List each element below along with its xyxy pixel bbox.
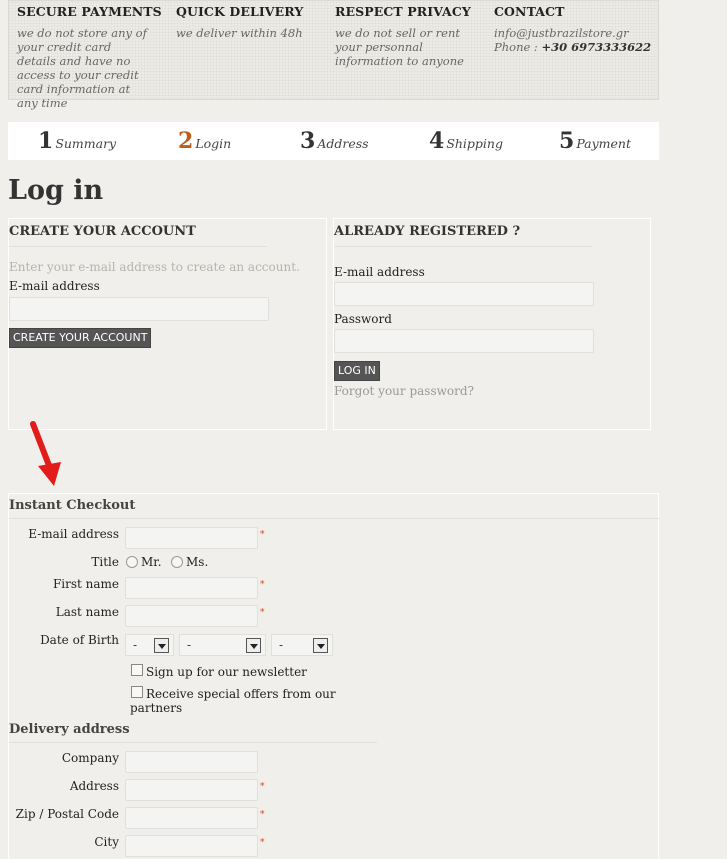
required-marker: * [260, 838, 265, 848]
password-input[interactable] [334, 329, 594, 353]
divider [9, 518, 659, 519]
divider [9, 246, 267, 247]
special-offers-label: Receive special offers from our [146, 687, 336, 701]
info-title: QUICK DELIVERY [176, 4, 304, 19]
create-account-button[interactable]: CREATE YOUR ACCOUNT [9, 328, 152, 348]
title-label: Title [91, 555, 119, 569]
dob-label: Date of Birth [40, 633, 119, 647]
select-value: - [133, 638, 138, 652]
select-value: - [279, 638, 284, 652]
address-input[interactable] [125, 779, 258, 801]
required-marker: * [260, 530, 265, 540]
step-summary[interactable]: 1 Summary [38, 128, 116, 154]
login-email-input[interactable] [334, 282, 594, 306]
step-label: Address [317, 136, 369, 151]
title-mr-radio[interactable] [126, 556, 138, 568]
special-offers-label-cont: partners [130, 701, 183, 715]
step-number: 1 [38, 128, 54, 154]
step-label: Login [195, 136, 232, 151]
info-quick-delivery: QUICK DELIVERY we deliver within 48h [176, 4, 326, 40]
info-contact: CONTACT info@justbrazilstore.gr Phone : … [494, 4, 654, 54]
create-account-hint: Enter your e-mail address to create an a… [9, 260, 300, 274]
info-title: CONTACT [494, 4, 565, 19]
login-email-label: E-mail address [334, 265, 425, 279]
red-arrow-icon [30, 421, 61, 486]
step-label: Shipping [446, 136, 503, 151]
info-text: we deliver within 48h [176, 26, 303, 40]
dob-day-select[interactable]: - [125, 634, 174, 656]
already-registered-box: ALREADY REGISTERED ? E-mail address Pass… [333, 218, 651, 430]
info-title: SECURE PAYMENTS [17, 4, 162, 19]
title-ms-label: Ms. [186, 555, 209, 569]
first-name-input[interactable] [125, 577, 258, 599]
step-number: 4 [429, 128, 445, 154]
title-mr-label: Mr. [141, 555, 162, 569]
step-payment[interactable]: 5 Payment [559, 128, 631, 154]
contact-phone: +30 6973333622 [541, 40, 652, 54]
chevron-down-icon [246, 638, 261, 653]
checkout-email-input[interactable] [125, 527, 258, 549]
info-text: we do not store any of your credit card … [17, 26, 147, 110]
info-text: we do not sell or rent your personnal in… [335, 26, 464, 68]
instant-checkout-form: Instant Checkout E-mail address * Title … [8, 493, 659, 859]
checkout-steps: 1 Summary 2 Login 3 Address 4 Shipping 5… [8, 122, 659, 160]
city-label: City [94, 835, 119, 849]
already-registered-title: ALREADY REGISTERED ? [334, 224, 521, 239]
step-label: Payment [576, 136, 631, 151]
forgot-password-link[interactable]: Forgot your password? [334, 384, 474, 398]
instant-checkout-title: Instant Checkout [9, 498, 136, 513]
company-label: Company [61, 751, 119, 765]
special-offers-checkbox[interactable] [131, 686, 143, 698]
create-account-box: CREATE YOUR ACCOUNT Enter your e-mail ad… [8, 218, 327, 430]
info-title: RESPECT PRIVACY [335, 4, 471, 19]
required-marker: * [260, 608, 265, 618]
newsletter-checkbox[interactable] [131, 664, 143, 676]
dob-year-select[interactable]: - [271, 634, 333, 656]
first-name-label: First name [52, 577, 119, 591]
info-secure-payments: SECURE PAYMENTS we do not store any of y… [17, 4, 167, 110]
required-marker: * [260, 782, 265, 792]
delivery-address-title: Delivery address [9, 722, 130, 737]
contact-info: info@justbrazilstore.gr Phone : +30 6973… [494, 26, 654, 54]
create-email-input[interactable] [9, 297, 269, 321]
step-shipping[interactable]: 4 Shipping [429, 128, 503, 154]
step-login[interactable]: 2 Login [178, 128, 231, 154]
title-ms-radio[interactable] [171, 556, 183, 568]
step-label: Summary [55, 136, 117, 151]
divider [9, 742, 377, 743]
last-name-label: Last name [55, 605, 119, 619]
login-button[interactable]: LOG IN [334, 361, 380, 381]
password-label: Password [334, 312, 392, 326]
checkout-email-label: E-mail address [28, 527, 119, 541]
newsletter-label: Sign up for our newsletter [146, 665, 307, 679]
step-address[interactable]: 3 Address [300, 128, 369, 154]
divider [334, 246, 592, 247]
create-account-title: CREATE YOUR ACCOUNT [9, 224, 196, 239]
info-banner: SECURE PAYMENTS we do not store any of y… [8, 0, 659, 110]
select-value: - [187, 638, 192, 652]
required-marker: * [260, 810, 265, 820]
zip-label: Zip / Postal Code [15, 807, 119, 821]
required-marker: * [260, 580, 265, 590]
create-email-label: E-mail address [9, 279, 100, 293]
address-label: Address [69, 779, 119, 793]
zip-input[interactable] [125, 807, 258, 829]
step-number: 2 [178, 128, 194, 154]
step-number: 3 [300, 128, 316, 154]
dob-month-select[interactable]: - [179, 634, 266, 656]
contact-email[interactable]: info@justbrazilstore.gr [494, 26, 629, 40]
chevron-down-icon [313, 638, 328, 653]
city-input[interactable] [125, 835, 258, 857]
info-respect-privacy: RESPECT PRIVACY we do not sell or rent y… [335, 4, 485, 68]
chevron-down-icon [154, 638, 169, 653]
company-input[interactable] [125, 751, 258, 773]
page-title: Log in [8, 175, 104, 206]
contact-phone-label: Phone : [494, 40, 538, 54]
step-number: 5 [559, 128, 575, 154]
last-name-input[interactable] [125, 605, 258, 627]
